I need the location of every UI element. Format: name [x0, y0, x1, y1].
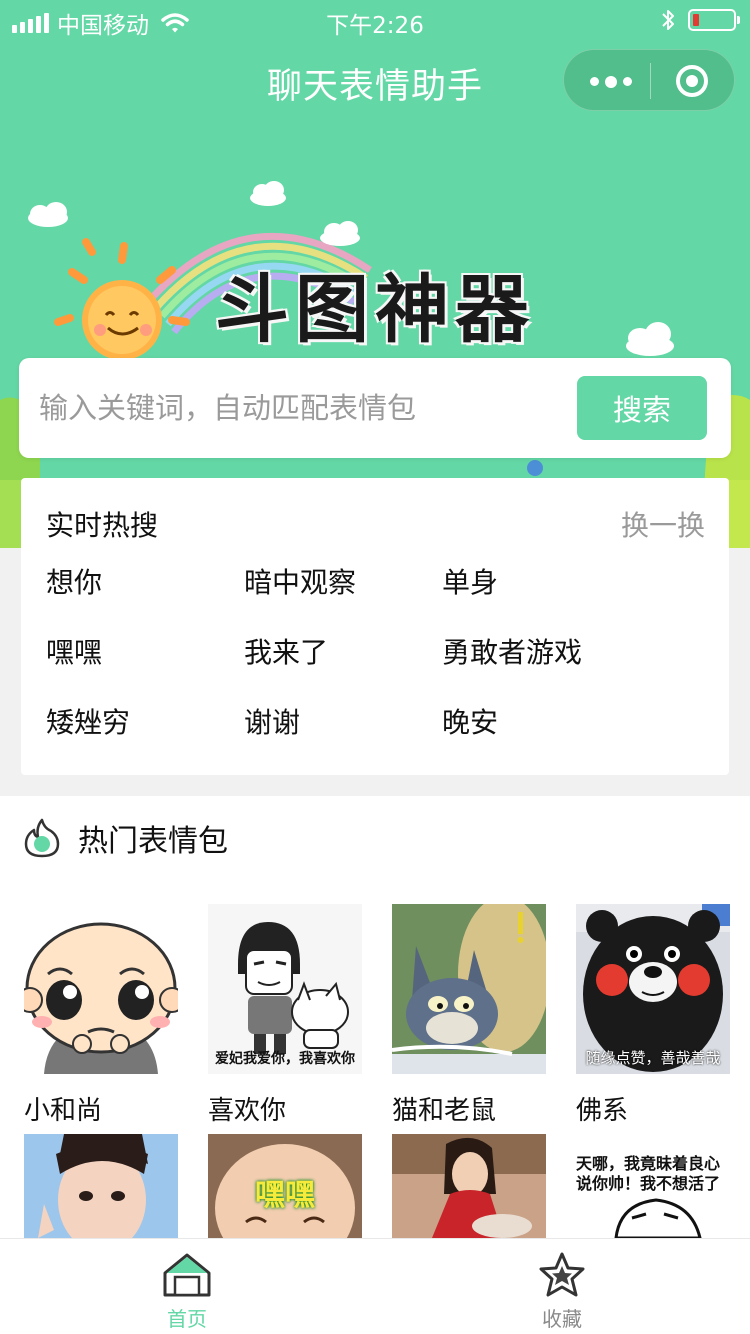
flame-icon — [24, 818, 60, 858]
status-time: 下午2:26 — [326, 13, 424, 39]
hot-search-item[interactable]: 暗中观察 — [244, 566, 442, 600]
battery-icon — [688, 9, 740, 31]
popular-section-header: 热门表情包 — [24, 818, 228, 859]
pack-card[interactable]: 随缘点赞，善哉善哉 佛系 — [576, 904, 730, 1127]
pack-card[interactable] — [392, 1134, 546, 1238]
hot-search-item[interactable]: 勇敢者游戏 — [442, 636, 702, 670]
tab-favorites[interactable]: 收藏 — [502, 1251, 622, 1332]
hot-search-list: 想你 暗中观察 单身 嘿嘿 我来了 勇敢者游戏 矮矬穷 谢谢 晚安 — [46, 566, 726, 740]
hot-search-item[interactable]: 晚安 — [442, 706, 702, 740]
pack-name: 小和尚 — [24, 1096, 103, 1126]
pack-thumbnail — [24, 1134, 178, 1238]
pack-name: 喜欢你 — [208, 1096, 287, 1126]
hot-search-item[interactable]: 单身 — [442, 566, 702, 600]
mini-program-capsule — [563, 49, 735, 111]
pack-card[interactable]: 猫和老鼠 — [392, 904, 546, 1127]
tab-bar: 首页 收藏 — [0, 1238, 750, 1334]
search-button[interactable]: 搜索 — [577, 376, 707, 440]
status-bar: 中国移动 下午2:26 — [0, 0, 750, 40]
pack-card[interactable] — [24, 1134, 178, 1238]
pack-thumbnail: 天哪，我竟昧着良心说你帅！我不想活了 — [576, 1134, 730, 1238]
pack-caption: 随缘点赞，善哉善哉 — [585, 1049, 721, 1067]
refresh-button[interactable]: 换一换 — [621, 504, 705, 544]
pack-thumbnail — [24, 904, 178, 1074]
pack-thumbnail: 随缘点赞，善哉善哉 — [576, 904, 730, 1074]
section-title: 热门表情包 — [78, 824, 228, 859]
search-bar: 搜索 — [19, 358, 731, 458]
hot-search-item[interactable]: 矮矬穷 — [46, 706, 244, 740]
close-target-icon[interactable] — [676, 65, 708, 97]
hero-banner: 中国移动 下午2:26 聊天表情助手 斗图神器 — [0, 0, 750, 548]
tab-home-label: 首页 — [167, 1307, 207, 1331]
hot-search-item[interactable]: 想你 — [46, 566, 244, 600]
search-input[interactable] — [39, 380, 569, 436]
pack-card[interactable]: 小和尚 — [24, 904, 178, 1127]
pack-name: 佛系 — [576, 1096, 629, 1126]
hot-search-item[interactable]: 我来了 — [244, 636, 442, 670]
banner-title: 斗图神器 — [215, 267, 535, 353]
more-icon[interactable] — [590, 76, 632, 88]
pack-thumbnail: 爱妃我爱你，我喜欢你 — [208, 904, 362, 1074]
hot-search-item[interactable]: 嘿嘿 — [46, 636, 244, 670]
pack-name: 猫和老鼠 — [392, 1096, 497, 1126]
bluetooth-icon — [662, 10, 674, 30]
pack-thumbnail — [392, 904, 546, 1074]
pack-caption: 嘿嘿 — [255, 1178, 315, 1213]
star-icon — [539, 1252, 585, 1297]
pack-caption: 爱妃我爱你，我喜欢你 — [215, 1051, 355, 1067]
pack-thumbnail — [392, 1134, 546, 1238]
hot-search-panel: 实时热搜 换一换 想你 暗中观察 单身 嘿嘿 我来了 勇敢者游戏 矮矬穷 谢谢 … — [21, 478, 729, 775]
tab-home[interactable]: 首页 — [127, 1251, 247, 1332]
hot-search-item[interactable]: 谢谢 — [244, 706, 442, 740]
tab-favorites-label: 收藏 — [542, 1307, 582, 1331]
pack-card[interactable]: 天哪，我竟昧着良心说你帅！我不想活了 — [576, 1134, 730, 1238]
pack-thumbnail: 嘿嘿 — [208, 1134, 362, 1238]
pack-card[interactable]: 嘿嘿 — [208, 1134, 362, 1238]
pack-card[interactable]: 爱妃我爱你，我喜欢你 喜欢你 — [208, 904, 362, 1127]
home-icon — [163, 1253, 211, 1297]
hot-search-title: 实时热搜 — [46, 509, 159, 542]
